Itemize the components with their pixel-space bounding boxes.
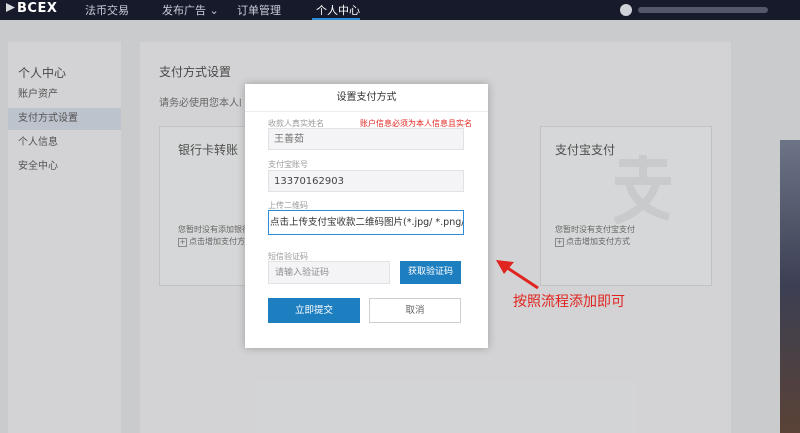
annotation-text: 按照流程添加即可 — [513, 294, 625, 310]
logo[interactable]: BCEX — [6, 1, 57, 16]
logo-mark-icon — [6, 3, 15, 12]
get-code-button[interactable]: 获取验证码 — [400, 261, 461, 284]
nav-item-post-ad[interactable]: 发布广告 ⌄ — [162, 2, 219, 18]
avatar — [620, 4, 632, 16]
desktop-wallpaper-edge — [780, 140, 800, 433]
dialog-title: 设置支付方式 — [245, 84, 488, 112]
nav-item-fiat-trade[interactable]: 法币交易 — [85, 2, 129, 18]
blurred-username — [638, 7, 768, 13]
user-menu[interactable] — [620, 4, 780, 16]
payee-name-field[interactable]: 王善茹 — [268, 128, 464, 150]
annotation-arrow-icon — [496, 260, 539, 290]
nav-item-orders[interactable]: 订单管理 — [237, 2, 281, 18]
sms-code-input[interactable]: 请输入验证码 — [268, 261, 390, 284]
cancel-button[interactable]: 取消 — [369, 298, 461, 323]
alipay-account-field[interactable]: 13370162903 — [268, 170, 464, 192]
top-navbar: BCEX 法币交易 发布广告 ⌄ 订单管理 个人中心 — [0, 0, 800, 20]
logo-text: BCEX — [17, 1, 58, 16]
chevron-down-icon: ⌄ — [209, 4, 219, 17]
submit-button[interactable]: 立即提交 — [268, 298, 360, 323]
payment-method-dialog: 设置支付方式 收款人真实姓名 账户信息必须为本人信息且实名 王善茹 支付宝账号 … — [245, 84, 488, 348]
nav-item-personal-center[interactable]: 个人中心 — [316, 2, 360, 18]
nav-item-post-ad-label: 发布广告 — [162, 4, 206, 17]
alipay-account-label: 支付宝账号 — [268, 160, 308, 169]
qr-upload-input[interactable]: 点击上传支付宝收款二维码图片(*.jpg/ *.png/ *.jpeg) — [268, 210, 464, 235]
